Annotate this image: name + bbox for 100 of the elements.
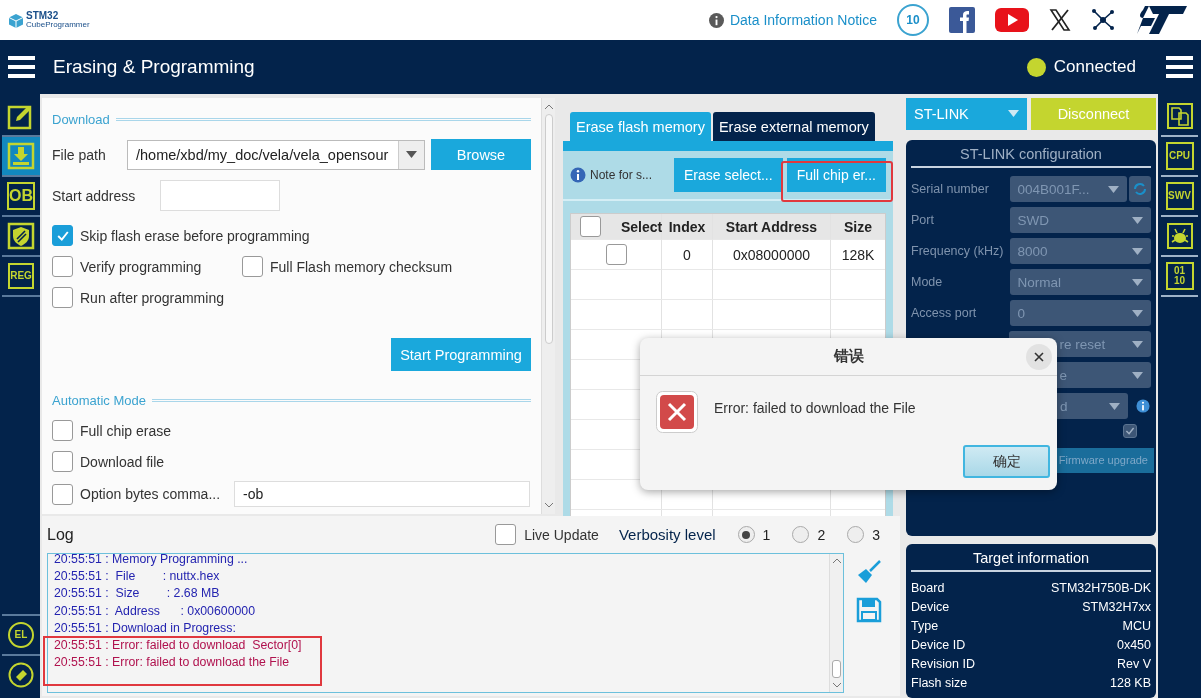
- log-line: 20:55:51 : Size : 2.68 MB: [54, 585, 221, 603]
- checkbox[interactable]: [605, 244, 627, 265]
- info-label: Device ID: [911, 637, 966, 652]
- dialog-title: 错误: [833, 347, 864, 366]
- table-cell: 0x08000000: [732, 246, 811, 263]
- log-line: 20:55:51 : Error: failed to download the File: [54, 654, 291, 672]
- caret-icon: [1132, 371, 1143, 379]
- caret-icon: [1132, 278, 1143, 286]
- table-cell: 0: [683, 246, 691, 263]
- field-label: Port: [911, 213, 935, 228]
- scroll-down-icon[interactable]: [831, 682, 842, 688]
- log-title: Log: [47, 525, 74, 544]
- column-header[interactable]: Start Address: [725, 218, 818, 235]
- probe-dropdown[interactable]: ST-LINK: [906, 98, 1027, 130]
- facebook-icon[interactable]: [949, 7, 975, 33]
- checkbox[interactable]: [52, 225, 73, 246]
- caret-icon: [1132, 340, 1143, 348]
- label-icon: 01 10: [1165, 262, 1194, 290]
- sidebar-item[interactable]: SWV: [1161, 177, 1198, 217]
- info-label: Board: [911, 580, 945, 595]
- section-title: Download: [52, 112, 110, 127]
- checkbox-label: Verify programming: [80, 258, 202, 275]
- radio-button[interactable]: [847, 526, 865, 543]
- radio-label: 1: [762, 526, 771, 543]
- menu-icon[interactable]: [1166, 56, 1193, 78]
- sidebar-item[interactable]: OB: [2, 177, 40, 217]
- chip-icon: EL: [8, 622, 34, 648]
- file-path-combobox[interactable]: /home/xbd/my_doc/vela/vela_opensour: [127, 139, 425, 170]
- download-icon: [7, 142, 35, 170]
- log-line: 20:55:51 : Download in Progress:: [54, 619, 237, 637]
- video-play-icon[interactable]: [995, 8, 1029, 32]
- error-icon: [656, 391, 698, 433]
- checkbox-label: Option bytes comma...: [80, 486, 221, 502]
- tab[interactable]: Erase external memory: [712, 112, 875, 141]
- browse-button[interactable]: Browse: [431, 139, 531, 170]
- notice-link[interactable]: Data Information Notice: [729, 12, 877, 28]
- ok-button[interactable]: 确定: [963, 445, 1050, 478]
- sidebar-item[interactable]: REG: [2, 257, 40, 297]
- checkbox[interactable]: [242, 256, 263, 277]
- info-value: STM32H7xx: [1082, 599, 1151, 614]
- checkbox-label: Full Flash memory checksum: [270, 258, 453, 275]
- tab[interactable]: Erase flash memory: [570, 112, 711, 141]
- checkbox[interactable]: [495, 524, 517, 545]
- disconnect-button[interactable]: Disconnect: [1031, 98, 1156, 130]
- label-icon: SWV: [1165, 182, 1194, 210]
- checkbox[interactable]: [52, 256, 73, 277]
- column-header[interactable]: Size: [844, 218, 872, 235]
- scroll-down-icon[interactable]: [543, 502, 554, 508]
- radio-label: 3: [872, 526, 880, 543]
- field-label: Mode: [911, 275, 944, 290]
- checkbox[interactable]: [52, 420, 73, 441]
- anniversary-badge: 10: [897, 4, 929, 36]
- field-label: Start address: [52, 187, 136, 204]
- eraser-icon: [8, 662, 34, 688]
- close-button[interactable]: [1026, 344, 1052, 370]
- column-header[interactable]: Index: [668, 218, 706, 235]
- menu-icon[interactable]: [8, 56, 35, 78]
- info-icon: [1136, 399, 1150, 414]
- caret-icon: [1008, 110, 1019, 118]
- info-label: Revision ID: [911, 656, 975, 671]
- log-line: 20:55:51 : Address : 0x00600000: [54, 602, 256, 620]
- logo-subtitle: CubeProgrammer: [26, 21, 90, 29]
- caret-icon: [1109, 402, 1120, 410]
- start-programming-button[interactable]: Start Programming: [391, 338, 531, 371]
- broom-icon[interactable]: [856, 559, 882, 585]
- field-label: File path: [52, 146, 106, 163]
- scroll-up-icon[interactable]: [831, 558, 842, 564]
- verbosity-label: Verbosity level: [618, 526, 716, 543]
- info-label: Device: [911, 599, 950, 614]
- save-icon[interactable]: [856, 597, 882, 623]
- log-line: 20:55:51 : Memory Programming ...: [54, 554, 249, 568]
- info-value: Rev V: [1116, 656, 1151, 671]
- info-value: STM32H750B-DK: [1050, 580, 1151, 595]
- info-value: 0x450: [1116, 637, 1151, 652]
- scrollbar-thumb[interactable]: [544, 114, 553, 344]
- network-icon[interactable]: [1091, 8, 1115, 32]
- erase-selected-button[interactable]: Erase select...: [673, 158, 783, 192]
- column-header[interactable]: Select: [621, 218, 663, 235]
- shield-icon: [7, 222, 35, 250]
- field-label: Access port: [911, 306, 978, 321]
- error-message: Error: failed to download the File: [714, 400, 916, 418]
- radio-label: 2: [817, 526, 826, 543]
- checkbox[interactable]: [52, 451, 73, 472]
- scrollbar-thumb[interactable]: [832, 660, 841, 678]
- label-icon: CPU: [1165, 142, 1194, 170]
- x-icon[interactable]: [1049, 9, 1071, 31]
- checkbox[interactable]: [580, 216, 601, 237]
- start-address-field[interactable]: [160, 180, 281, 211]
- option-bytes-field[interactable]: -ob: [234, 481, 530, 507]
- checkbox[interactable]: [52, 287, 73, 308]
- sidebar-item[interactable]: CPU: [1161, 137, 1198, 177]
- sidebar-item[interactable]: 01 10: [1161, 257, 1198, 297]
- checkbox[interactable]: [52, 483, 73, 505]
- full-chip-erase-button[interactable]: Full chip er...: [786, 158, 886, 192]
- section-title: Automatic Mode: [52, 393, 146, 408]
- refresh-icon[interactable]: [1129, 176, 1151, 203]
- label-icon: REG: [8, 263, 34, 289]
- scroll-up-icon[interactable]: [543, 104, 554, 110]
- radio-button[interactable]: [792, 526, 810, 543]
- radio-button[interactable]: [737, 526, 755, 543]
